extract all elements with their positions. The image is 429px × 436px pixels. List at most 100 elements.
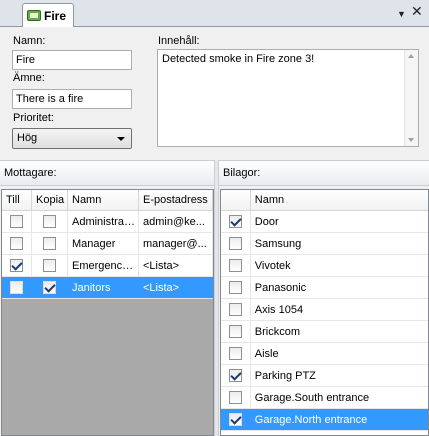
column-header-till[interactable]: Till — [2, 190, 32, 210]
column-header-email[interactable]: E-postadress — [139, 190, 213, 210]
attachment-check-cell — [221, 365, 251, 386]
kopia-checkbox[interactable] — [43, 215, 56, 228]
till-checkbox[interactable] — [10, 259, 23, 272]
recipient-email: manager@... — [139, 233, 213, 254]
recipient-row[interactable]: Manager manager@... — [2, 233, 213, 255]
recipients-header: Mottagare: — [0, 160, 214, 186]
kopia-cell — [32, 277, 68, 298]
content-label: Innehåll: — [158, 35, 200, 47]
attachment-check-cell — [221, 277, 251, 298]
column-header-attachment-name[interactable]: Namn — [251, 190, 428, 210]
attachment-checkbox[interactable] — [229, 325, 242, 338]
kopia-cell — [32, 211, 68, 232]
tab-fire[interactable]: Fire — [22, 3, 74, 27]
attachment-row[interactable]: Panasonic — [221, 277, 428, 299]
content-textarea[interactable]: Detected smoke in Fire zone 3! — [157, 49, 419, 147]
attachment-name: Brickcom — [254, 326, 300, 338]
content-text: Detected smoke in Fire zone 3! — [162, 53, 315, 65]
attachment-checkbox[interactable] — [229, 369, 242, 382]
attachment-check-cell — [221, 233, 251, 254]
kopia-checkbox[interactable] — [43, 237, 56, 250]
recipient-email: admin@ke... — [139, 211, 213, 232]
attachment-checkbox[interactable] — [229, 413, 242, 426]
recipient-email: <Lista> — [139, 277, 213, 298]
attachment-row[interactable]: Samsung — [221, 233, 428, 255]
recipients-grid: Till Kopia Namn E-postadress Administrat… — [1, 189, 214, 436]
till-checkbox[interactable] — [10, 237, 23, 250]
kopia-cell — [32, 255, 68, 276]
message-form: Namn: Fire Ämne: There is a fire Priorit… — [0, 27, 429, 160]
kopia-checkbox[interactable] — [43, 281, 56, 294]
attachment-check-cell — [221, 321, 251, 342]
attachment-row[interactable]: Door — [221, 211, 428, 233]
attachment-row[interactable]: Parking PTZ — [221, 365, 428, 387]
attachment-name: Parking PTZ — [254, 370, 316, 382]
panel-splitter[interactable] — [214, 160, 219, 436]
till-cell — [2, 233, 32, 254]
attachment-checkbox[interactable] — [229, 391, 242, 404]
name-label: Namn: — [13, 35, 46, 47]
attachment-checkbox[interactable] — [229, 347, 242, 360]
attachment-check-cell — [221, 211, 251, 232]
column-header-check — [221, 190, 251, 210]
recipient-row[interactable]: Emergency... <Lista> — [2, 255, 213, 277]
name-field[interactable]: Fire — [12, 50, 132, 70]
till-checkbox[interactable] — [10, 281, 23, 294]
kopia-cell — [32, 233, 68, 254]
tab-label: Fire — [44, 8, 67, 23]
priority-value: Hög — [17, 132, 38, 144]
attachment-row[interactable]: Brickcom — [221, 321, 428, 343]
attachment-check-cell — [221, 255, 251, 276]
recipients-grid-header: Till Kopia Namn E-postadress — [2, 190, 213, 211]
column-header-kopia[interactable]: Kopia — [32, 190, 68, 210]
attachment-name: Vivotek — [254, 260, 291, 272]
attachment-row[interactable]: Aisle — [221, 343, 428, 365]
attachment-checkbox[interactable] — [229, 259, 242, 272]
attachment-check-cell — [221, 387, 251, 408]
attachment-name: Door — [254, 216, 279, 228]
tab-strip: Fire ▼ ✕ — [0, 0, 429, 27]
scroll-down-icon[interactable] — [408, 138, 414, 142]
priority-select[interactable]: Hög — [12, 128, 132, 149]
attachments-grid: Namn Door Samsung Vivotek Panasonic Axis 105… — [220, 189, 429, 436]
scroll-up-icon[interactable] — [408, 54, 414, 58]
recipient-row[interactable]: Janitors <Lista> — [2, 277, 213, 299]
recipient-name: Administrator — [68, 211, 139, 232]
attachment-check-cell — [221, 343, 251, 364]
attachments-header: Bilagor: — [219, 160, 429, 186]
attachment-check-cell — [221, 409, 251, 430]
close-icon[interactable]: ✕ — [411, 4, 423, 18]
till-cell — [2, 255, 32, 276]
recipient-name: Janitors — [68, 277, 139, 298]
subject-label: Ämne: — [13, 72, 45, 84]
attachment-name: Aisle — [254, 348, 279, 360]
chevron-down-icon — [117, 137, 125, 141]
attachment-checkbox[interactable] — [229, 281, 242, 294]
column-header-name[interactable]: Namn — [68, 190, 139, 210]
attachment-checkbox[interactable] — [229, 303, 242, 316]
message-icon — [27, 10, 41, 21]
attachments-grid-header: Namn — [221, 190, 428, 211]
kopia-checkbox[interactable] — [43, 259, 56, 272]
attachment-checkbox[interactable] — [229, 237, 242, 250]
attachment-row[interactable]: Garage.North entrance — [221, 409, 428, 431]
attachment-check-cell — [221, 299, 251, 320]
subject-field[interactable]: There is a fire — [12, 89, 132, 109]
attachment-name: Axis 1054 — [254, 304, 304, 316]
content-scrollbar[interactable] — [404, 50, 418, 146]
till-cell — [2, 277, 32, 298]
recipient-row[interactable]: Administrator admin@ke... — [2, 211, 213, 233]
attachment-name: Samsung — [254, 238, 302, 250]
till-checkbox[interactable] — [10, 215, 23, 228]
till-cell — [2, 211, 32, 232]
attachment-checkbox[interactable] — [229, 215, 242, 228]
attachment-name: Garage.South entrance — [254, 392, 370, 404]
attachment-row[interactable]: Vivotek — [221, 255, 428, 277]
recipient-name: Emergency... — [68, 255, 139, 276]
recipient-email: <Lista> — [139, 255, 213, 276]
attachment-name: Garage.North entrance — [254, 414, 368, 426]
tab-menu-icon[interactable]: ▼ — [397, 7, 406, 21]
attachment-row[interactable]: Garage.South entrance — [221, 387, 428, 409]
priority-label: Prioritet: — [13, 112, 54, 124]
attachment-row[interactable]: Axis 1054 — [221, 299, 428, 321]
